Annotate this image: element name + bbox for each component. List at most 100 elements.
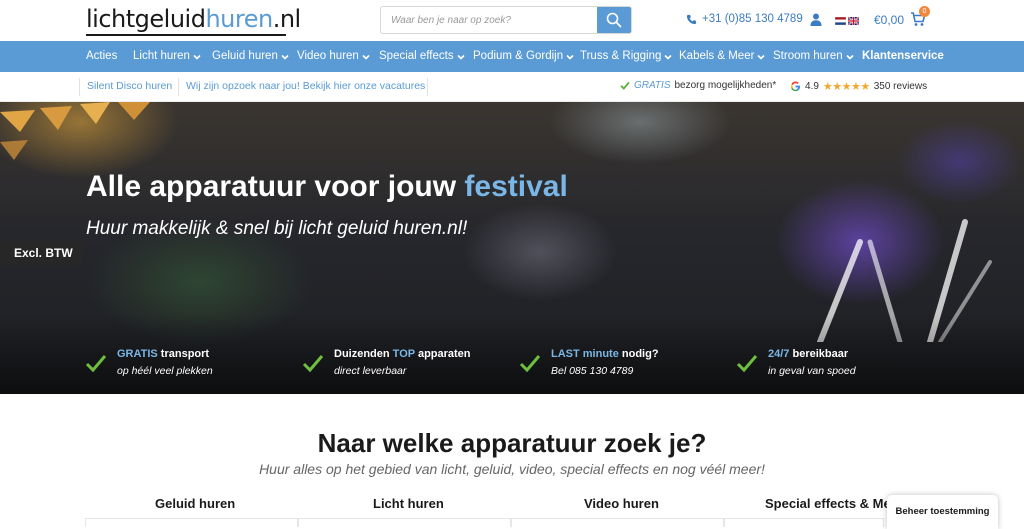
nav-item-label: Special effects	[379, 50, 454, 62]
category-card[interactable]	[85, 518, 298, 527]
usp-top-equipment: Duizenden TOP apparaten direct leverbaar	[302, 348, 471, 384]
hero-title-main: Alle apparatuur voor jouw	[86, 170, 457, 203]
chevron-down-icon	[457, 54, 465, 60]
chevron-down-icon	[664, 54, 672, 60]
info-bar: Silent Disco huren Wij zijn opzoek naar …	[0, 72, 1024, 102]
usp-highlight: TOP	[392, 348, 415, 360]
free-delivery-notice[interactable]: GRATIS bezorg mogelijkheden*	[620, 80, 776, 91]
usp-text: transport	[157, 348, 210, 360]
category-geluid-huren[interactable]: Geluid huren	[155, 496, 235, 511]
check-icon	[620, 81, 630, 90]
hero-subtitle: Huur makkelijk & snel bij licht geluid h…	[86, 218, 468, 239]
logo-part-1: lichtgeluid	[86, 5, 206, 33]
usp-last-minute: LAST minute nodig? Bel 085 130 4789	[519, 348, 659, 384]
usp-free-transport: GRATIS transport op héél veel plekken	[85, 348, 213, 384]
review-count: 350 reviews	[873, 81, 928, 92]
category-special-effects[interactable]: Special effects & Mee	[765, 496, 898, 511]
nav-item-podium-gordijn[interactable]: Podium & Gordijn	[473, 41, 574, 72]
divider	[427, 78, 428, 96]
dutch-flag-icon[interactable]	[835, 17, 846, 25]
usp-subtext: in geval van spoed	[768, 365, 856, 377]
category-card[interactable]	[724, 518, 884, 527]
category-video-huren[interactable]: Video huren	[584, 496, 659, 511]
divider	[178, 78, 179, 96]
nav-item-label: Stroom huren	[773, 50, 843, 62]
phone-number: +31 (0)85 130 4789	[702, 13, 803, 25]
chevron-down-icon	[846, 54, 854, 60]
rating-value: 4.9	[805, 81, 819, 92]
rating-stars: ★★★★★	[822, 81, 870, 93]
search-input[interactable]	[381, 7, 597, 33]
nav-item-label: Kabels & Meer	[679, 50, 755, 62]
hero-title-accent: festival	[464, 170, 568, 203]
nav-item-special-effects[interactable]: Special effects	[379, 41, 465, 72]
gratis-text: bezorg mogelijkheden*	[674, 80, 777, 91]
nav-item-video-huren[interactable]: Video huren	[297, 41, 370, 72]
phone-icon	[686, 14, 697, 24]
usp-text: apparaten	[414, 348, 471, 360]
chevron-down-icon	[757, 54, 766, 60]
user-icon	[810, 13, 822, 26]
nav-item-label: Licht huren	[133, 50, 190, 62]
hero-banner: Alle apparatuur voor jouw festival Huur …	[0, 102, 1024, 394]
nav-item-truss-rigging[interactable]: Truss & Rigging	[580, 41, 672, 72]
account-button[interactable]	[810, 13, 822, 31]
main-nav: Acties Licht huren Geluid huren Video hu…	[0, 41, 1024, 72]
nav-item-label: Podium & Gordijn	[473, 50, 564, 62]
nav-item-kabels-meer[interactable]: Kabels & Meer	[679, 41, 766, 72]
chevron-down-icon	[281, 54, 289, 60]
check-icon	[302, 355, 324, 373]
phone-link[interactable]: +31 (0)85 130 4789	[686, 13, 803, 25]
usp-text: Duizenden	[334, 348, 393, 360]
cart-total[interactable]: €0,00	[874, 13, 904, 27]
gratis-word: GRATIS	[634, 80, 671, 91]
chevron-down-icon	[362, 54, 370, 60]
hero-title: Alle apparatuur voor jouw festival	[86, 170, 568, 204]
consent-manage-button[interactable]: Beheer toestemming	[887, 495, 998, 529]
logo-underline	[86, 34, 286, 36]
nav-item-label: Video huren	[297, 50, 359, 62]
vacatures-link[interactable]: Wij zijn opzoek naar jou! Bekijk hier on…	[186, 80, 425, 92]
nav-item-geluid-huren[interactable]: Geluid huren	[212, 41, 289, 72]
usp-highlight: LAST minute	[551, 348, 619, 360]
category-card[interactable]	[511, 518, 724, 527]
nav-item-acties[interactable]: Acties	[86, 41, 117, 72]
usp-highlight: GRATIS	[117, 348, 158, 360]
vat-toggle[interactable]: Excl. BTW	[0, 241, 82, 265]
google-rating[interactable]: 4.9 ★★★★★ 350 reviews	[790, 80, 927, 93]
check-icon	[85, 355, 107, 373]
language-switcher[interactable]	[835, 17, 859, 25]
check-icon	[519, 355, 541, 373]
site-logo[interactable]: lichtgeluidhuren.nl	[86, 4, 302, 36]
site-header: lichtgeluidhuren.nl +31 (0)85 130 4789	[0, 0, 1024, 40]
chevron-down-icon	[566, 54, 574, 60]
section-subtitle: Huur alles op het gebied van licht, gelu…	[259, 461, 765, 477]
usp-text: bereikbaar	[789, 348, 849, 360]
silent-disco-link[interactable]: Silent Disco huren	[87, 80, 172, 92]
nav-item-licht-huren[interactable]: Licht huren	[133, 41, 201, 72]
usp-subtext: direct leverbaar	[334, 365, 407, 377]
logo-part-2: huren	[205, 5, 273, 33]
chevron-down-icon	[193, 54, 201, 60]
usp-highlight: 24/7	[768, 348, 790, 360]
category-card[interactable]	[298, 518, 511, 527]
divider	[79, 78, 80, 96]
section-title: Naar welke apparatuur zoek je?	[317, 428, 707, 458]
cart-count-badge: 0	[919, 6, 930, 17]
usp-subtext: op héél veel plekken	[117, 365, 213, 377]
nav-item-stroom-huren[interactable]: Stroom huren	[773, 41, 854, 72]
check-icon	[736, 355, 758, 373]
usp-available-24-7: 24/7 bereikbaar in geval van spoed	[736, 348, 856, 384]
search-icon	[606, 12, 622, 28]
nav-item-label: Truss & Rigging	[580, 50, 662, 62]
nav-item-label: Klantenservice	[862, 50, 944, 62]
uk-flag-icon[interactable]	[848, 17, 859, 25]
nav-item-klantenservice[interactable]: Klantenservice	[862, 41, 944, 72]
google-icon	[790, 81, 801, 92]
category-licht-huren[interactable]: Licht huren	[373, 496, 444, 511]
usp-text: nodig?	[618, 348, 659, 360]
logo-part-3: .nl	[272, 5, 302, 33]
search-button[interactable]	[597, 7, 631, 33]
usp-subtext: Bel 085 130 4789	[551, 365, 634, 377]
nav-item-label: Acties	[86, 50, 118, 62]
